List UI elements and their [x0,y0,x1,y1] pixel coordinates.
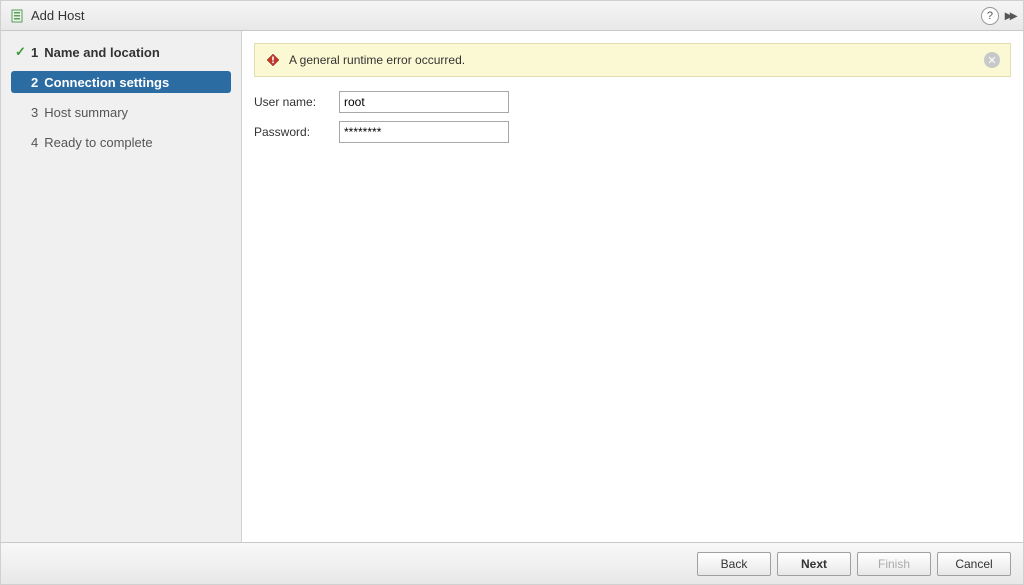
host-icon [9,8,25,24]
finish-button: Finish [857,552,931,576]
error-text: A general runtime error occurred. [289,53,984,67]
main-panel: A general runtime error occurred. ✕ User… [242,31,1023,542]
cancel-button[interactable]: Cancel [937,552,1011,576]
error-alert: A general runtime error occurred. ✕ [254,43,1011,77]
close-icon[interactable]: ✕ [984,52,1000,68]
wizard-step-connection-settings[interactable]: 2 Connection settings [11,71,231,93]
username-label: User name: [254,95,339,109]
password-input[interactable] [339,121,509,143]
wizard-step-name-location[interactable]: ✓ 1 Name and location [11,41,231,63]
step-number: 2 [31,75,38,90]
form-row-password: Password: [254,121,1011,143]
username-input[interactable] [339,91,509,113]
wizard-sidebar: ✓ 1 Name and location 2 Connection setti… [1,31,242,542]
step-number: 1 [31,45,38,60]
back-button[interactable]: Back [697,552,771,576]
step-label: Name and location [44,45,160,60]
expand-icon[interactable]: ▸▸ [1005,7,1015,24]
wizard-step-ready-complete: 4 Ready to complete [11,131,231,153]
check-icon: ✓ [15,44,31,60]
wizard-step-host-summary: 3 Host summary [11,101,231,123]
form-row-username: User name: [254,91,1011,113]
step-label: Host summary [44,105,128,120]
footer-bar: Back Next Finish Cancel [1,542,1023,584]
step-number: 4 [31,135,38,150]
step-number: 3 [31,105,38,120]
error-icon [265,52,281,68]
password-label: Password: [254,125,339,139]
titlebar: Add Host ? ▸▸ [1,1,1023,31]
content-area: ✓ 1 Name and location 2 Connection setti… [1,31,1023,542]
step-label: Connection settings [44,75,169,90]
help-icon[interactable]: ? [981,7,999,25]
step-label: Ready to complete [44,135,152,150]
dialog-title: Add Host [31,8,981,23]
next-button[interactable]: Next [777,552,851,576]
